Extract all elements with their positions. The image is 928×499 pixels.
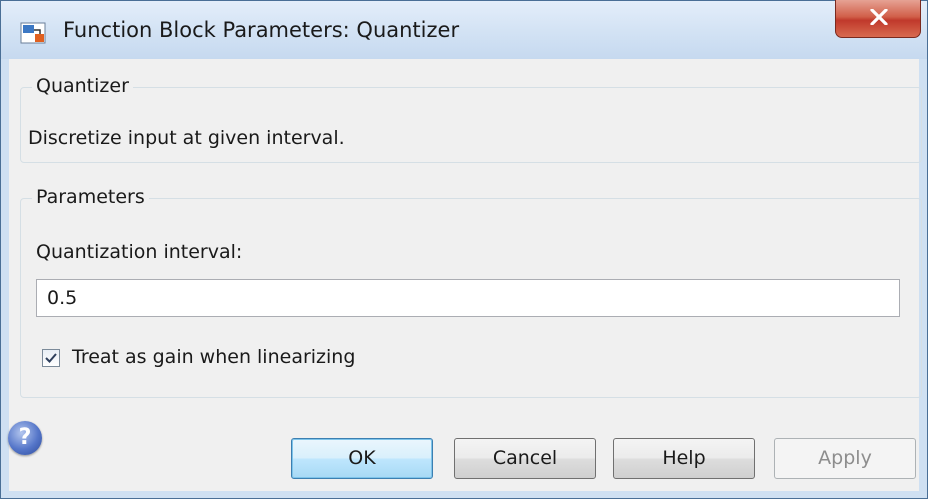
block-description-group: [20, 87, 922, 163]
dialog-body: Quantizer Discretize input at given inte…: [8, 59, 922, 491]
parameters-group-legend: Parameters: [32, 186, 149, 208]
close-x-icon: [870, 9, 888, 25]
block-description: Discretize input at given interval.: [28, 127, 345, 149]
apply-button: Apply: [774, 438, 916, 479]
block-group-legend: Quantizer: [32, 75, 133, 97]
quantization-interval-input[interactable]: [36, 279, 900, 317]
close-button[interactable]: [835, 0, 921, 38]
linearize-checkbox[interactable]: [42, 349, 60, 367]
quantization-interval-label: Quantization interval:: [36, 241, 243, 263]
question-mark-icon[interactable]: ?: [8, 421, 42, 455]
linearize-label[interactable]: Treat as gain when linearizing: [72, 346, 355, 368]
title-bar[interactable]: Function Block Parameters: Quantizer: [1, 0, 927, 59]
help-button[interactable]: Help: [613, 438, 755, 479]
simulink-block-icon: [20, 22, 46, 44]
window-title: Function Block Parameters: Quantizer: [63, 18, 460, 42]
cancel-button[interactable]: Cancel: [454, 438, 596, 479]
checkmark-icon: [45, 353, 57, 363]
ok-button[interactable]: OK: [291, 438, 433, 479]
dialog-window: Function Block Parameters: Quantizer Qua…: [0, 0, 928, 499]
